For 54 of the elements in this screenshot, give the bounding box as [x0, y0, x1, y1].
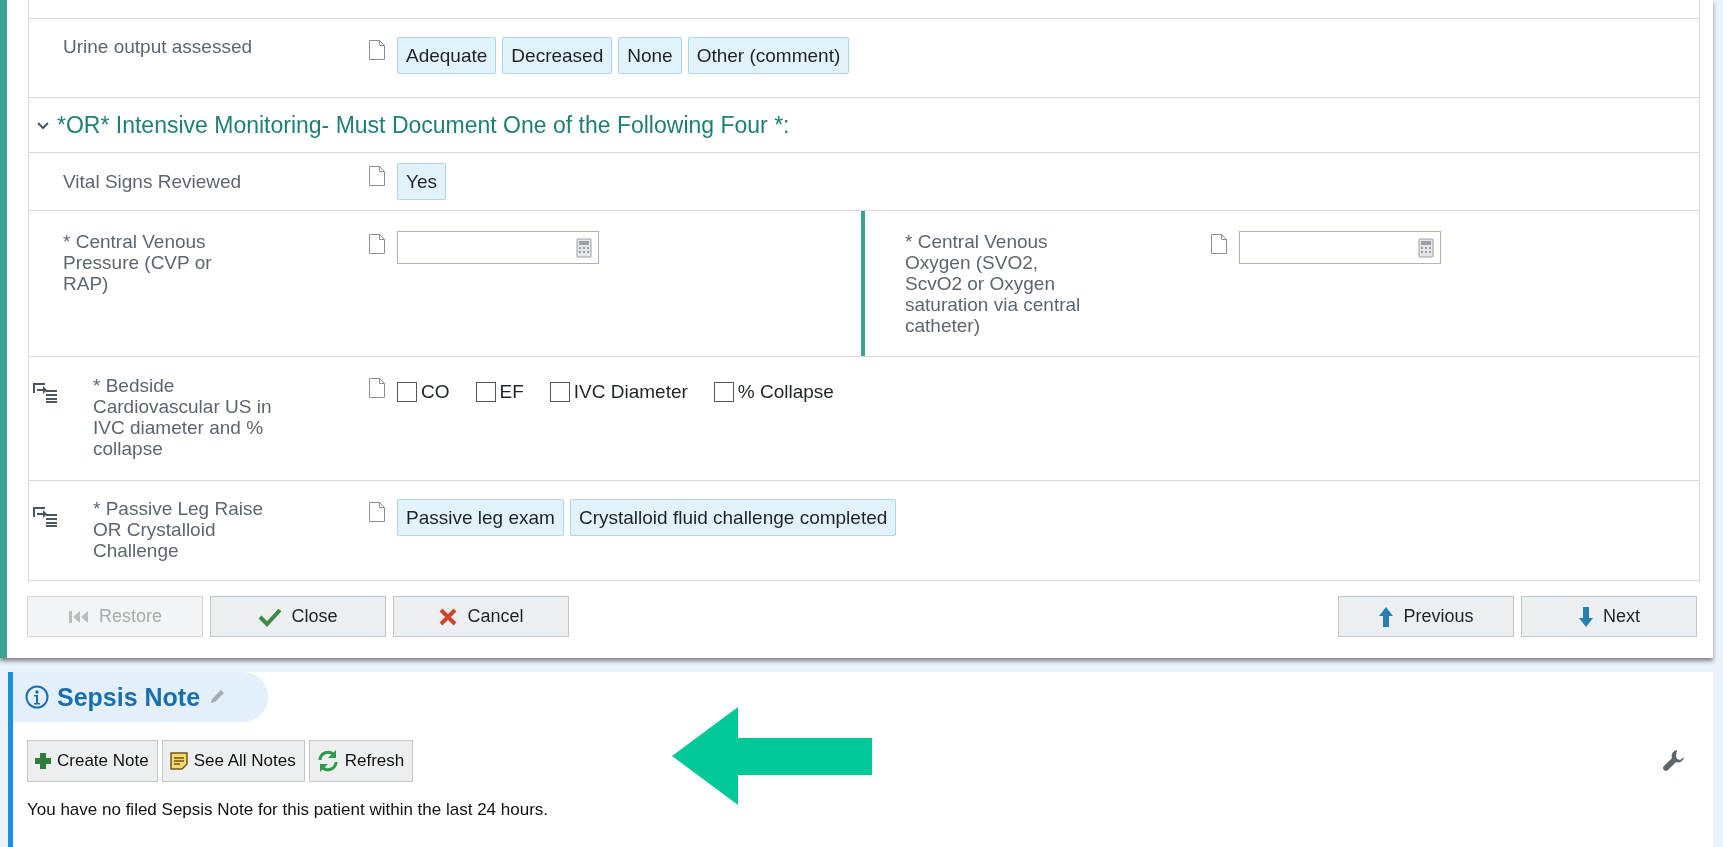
field-label: * Bedside Cardiovascular US in IVC diameter and % collapse [92, 375, 273, 461]
number-field[interactable] [397, 231, 599, 264]
calculator-icon[interactable] [576, 237, 592, 258]
footer-button[interactable]: Previous [1338, 596, 1514, 637]
checkbox[interactable] [397, 382, 417, 402]
checkbox[interactable] [549, 382, 570, 402]
info-message: You have no filed Sepsis Note for this patient within the last 24 hours. [27, 800, 549, 819]
option-button[interactable]: Adequate [397, 37, 497, 74]
option-button[interactable]: Yes [397, 163, 446, 200]
plus-icon [34, 752, 52, 770]
arrow-up-icon [1378, 605, 1395, 628]
option-button[interactable]: Passive leg exam [397, 499, 564, 536]
checkbox-label: IVC Diameter [573, 381, 688, 403]
checkbox[interactable] [713, 382, 734, 402]
footer-button[interactable]: Close [210, 596, 386, 637]
footer-button[interactable]: Cancel [393, 596, 569, 637]
document-icon[interactable] [1210, 233, 1228, 255]
footer-button[interactable]: Next [1521, 596, 1697, 637]
pencil-icon[interactable] [208, 688, 227, 706]
field-label: Urine output assessed [63, 36, 254, 59]
field-label: Vital Signs Reviewed [63, 171, 243, 194]
toolbar-button[interactable]: Create Note [27, 740, 158, 782]
checkbox[interactable] [475, 382, 496, 402]
check-icon [258, 606, 283, 627]
checkbox-label: % Collapse [737, 381, 834, 403]
toolbar-button[interactable]: Refresh [308, 740, 414, 782]
checkbox-label: EF [499, 381, 524, 403]
note-icon [168, 751, 189, 771]
flowsheet-icon[interactable] [32, 381, 58, 403]
document-icon[interactable] [368, 165, 386, 187]
option-button[interactable]: None [618, 37, 682, 74]
option-button[interactable]: Other (comment) [687, 37, 850, 74]
toolbar-button[interactable]: See All Notes [161, 740, 305, 782]
number-field[interactable] [1239, 231, 1441, 264]
field-label: * Central Venous Pressure (CVP or RAP) [63, 231, 213, 294]
skip-back-icon [68, 608, 90, 625]
wrench-icon[interactable] [1663, 749, 1685, 771]
document-icon[interactable] [368, 377, 386, 399]
close-icon [438, 606, 459, 627]
document-icon[interactable] [368, 233, 386, 255]
arrow-annotation-icon [672, 707, 872, 805]
info-icon [25, 685, 49, 709]
flowsheet-icon[interactable] [32, 505, 58, 527]
calculator-icon[interactable] [1418, 237, 1434, 258]
option-button[interactable]: Crystalloid fluid challenge completed [569, 499, 897, 536]
panel-title: Sepsis Note [57, 682, 201, 712]
checkbox-label: CO [421, 381, 450, 403]
document-icon[interactable] [368, 501, 386, 523]
section-title: *OR* Intensive Monitoring- Must Document One of the Following Four *: [57, 111, 790, 139]
arrow-down-icon [1578, 605, 1594, 628]
field-label: * Central Venous Oxygen (SVO2, ScvO2 or Oxygen saturation via central catheter) [905, 231, 1082, 336]
field-label: * Passive Leg Raise OR Crystalloid Challenge [92, 498, 265, 563]
document-icon[interactable] [368, 39, 386, 61]
option-button[interactable]: Decreased [502, 37, 613, 74]
